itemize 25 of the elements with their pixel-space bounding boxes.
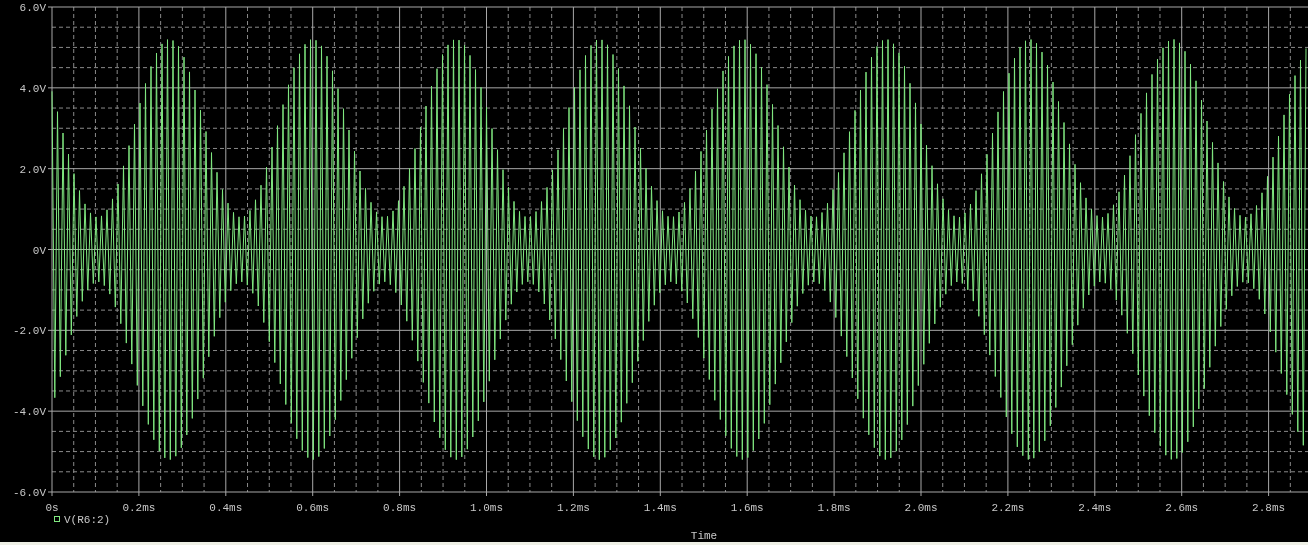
axis-tick-label: 1.4ms	[643, 502, 677, 514]
axis-tick-label: -6.0V	[13, 487, 46, 499]
axis-tick-label: 0.8ms	[383, 502, 417, 514]
axis-tick-label: 2.4ms	[1078, 502, 1112, 514]
axis-tick-label: 0.4ms	[209, 502, 243, 514]
axis-tick-label: 2.6ms	[1165, 502, 1199, 514]
axis-tick-label: 0.6ms	[296, 502, 330, 514]
axis-tick-label: -4.0V	[13, 406, 46, 419]
axis-tick-label: 1.2ms	[556, 502, 590, 514]
axis-tick-label: 1.0ms	[470, 502, 503, 514]
axis-tick-label: 4.0V	[19, 82, 46, 95]
axis-tick-label: 0s	[45, 502, 59, 514]
axis-tick-label: 1.6ms	[730, 502, 764, 514]
axis-tick-label: 2.0ms	[904, 502, 938, 514]
axis-tick-label: 0.2ms	[122, 502, 156, 514]
legend-marker-icon	[54, 516, 60, 522]
axis-tick-label: 6.0V	[19, 2, 46, 14]
axis-tick-label: 1.8ms	[817, 502, 851, 514]
axis-tick-label: 2.2ms	[991, 502, 1025, 514]
axis-tick-label: 0V	[32, 244, 46, 257]
axis-tick-label: 2.0V	[19, 163, 46, 176]
axis-tick-label: -2.0V	[13, 325, 46, 338]
axis-tick-label: 2.8ms	[1252, 502, 1286, 514]
legend-label: V(R6:2)	[64, 514, 111, 526]
axis-title: Time	[690, 530, 718, 542]
